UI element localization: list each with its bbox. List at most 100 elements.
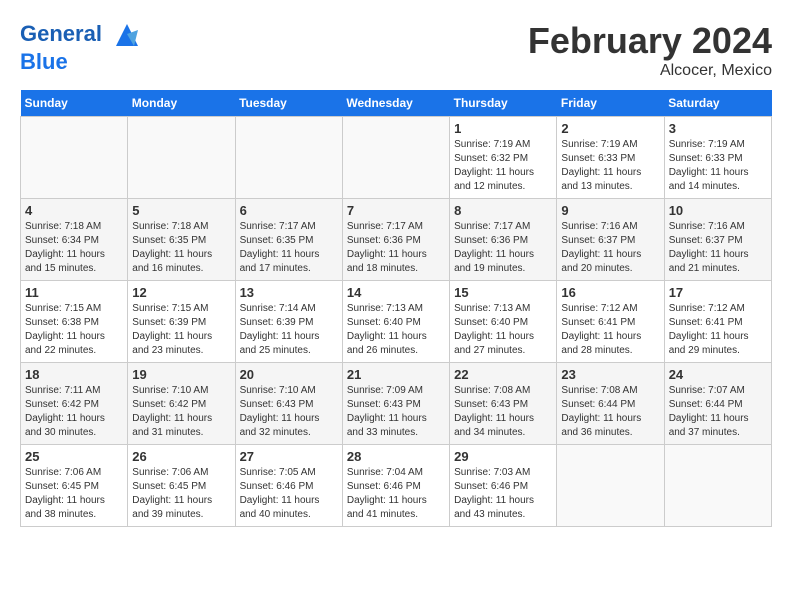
- week-row-4: 18 Sunrise: 7:11 AMSunset: 6:42 PMDayligh…: [21, 363, 772, 445]
- weekday-monday: Monday: [128, 90, 235, 117]
- day-info: Sunrise: 7:10 AMSunset: 6:42 PMDaylight:…: [132, 384, 230, 440]
- calendar-cell: [557, 445, 664, 527]
- calendar-table: SundayMondayTuesdayWednesdayThursdayFrid…: [20, 90, 772, 527]
- weekday-header-row: SundayMondayTuesdayWednesdayThursdayFrid…: [21, 90, 772, 117]
- day-number: 2: [561, 121, 659, 136]
- weekday-thursday: Thursday: [450, 90, 557, 117]
- calendar-cell: 25Sunrise: 7:06 AMSunset: 6:45 PMDayligh…: [21, 445, 128, 527]
- day-info: Sunrise: 7:05 AMSunset: 6:46 PMDaylight:…: [240, 466, 338, 522]
- day-number: 23: [561, 367, 659, 382]
- calendar-cell: [128, 117, 235, 199]
- calendar-cell: 15 Sunrise: 7:13 AMSunset: 6:40 PMDayligh…: [450, 281, 557, 363]
- day-info: Sunrise: 7:17 AMSunset: 6:35 PMDaylight:…: [240, 220, 338, 276]
- calendar-cell: 28 Sunrise: 7:04 AMSunset: 6:46 PMDayligh…: [342, 445, 449, 527]
- day-info: Sunrise: 7:07 AMSunset: 6:44 PMDaylight:…: [669, 384, 767, 440]
- day-info: Sunrise: 7:08 AMSunset: 6:44 PMDaylight:…: [561, 384, 659, 440]
- logo-icon: [112, 20, 142, 50]
- calendar-cell: [664, 445, 771, 527]
- calendar-cell: 6Sunrise: 7:17 AMSunset: 6:35 PMDaylight…: [235, 199, 342, 281]
- day-info: Sunrise: 7:06 AMSunset: 6:45 PMDaylight:…: [25, 466, 123, 522]
- day-number: 26: [132, 449, 230, 464]
- day-number: 16: [561, 285, 659, 300]
- calendar-cell: [342, 117, 449, 199]
- day-info: Sunrise: 7:17 AMSunset: 6:36 PMDaylight:…: [454, 220, 552, 276]
- day-info: Sunrise: 7:16 AMSunset: 6:37 PMDaylight:…: [669, 220, 767, 276]
- day-info: Sunrise: 7:12 AMSunset: 6:41 PMDaylight:…: [561, 302, 659, 358]
- day-number: 1: [454, 121, 552, 136]
- calendar-cell: 26 Sunrise: 7:06 AMSunset: 6:45 PMDayligh…: [128, 445, 235, 527]
- calendar-cell: 2 Sunrise: 7:19 AMSunset: 6:33 PMDaylight…: [557, 117, 664, 199]
- day-info: Sunrise: 7:10 AMSunset: 6:43 PMDaylight:…: [240, 384, 338, 440]
- weekday-saturday: Saturday: [664, 90, 771, 117]
- week-row-1: 1 Sunrise: 7:19 AMSunset: 6:32 PMDaylight…: [21, 117, 772, 199]
- day-number: 14: [347, 285, 445, 300]
- calendar-cell: 14 Sunrise: 7:13 AMSunset: 6:40 PMDayligh…: [342, 281, 449, 363]
- day-info: Sunrise: 7:19 AMSunset: 6:32 PMDaylight:…: [454, 138, 552, 194]
- calendar-cell: 7Sunrise: 7:17 AMSunset: 6:36 PMDaylight…: [342, 199, 449, 281]
- day-number: 9: [561, 203, 659, 218]
- calendar-cell: 22 Sunrise: 7:08 AMSunset: 6:43 PMDayligh…: [450, 363, 557, 445]
- calendar-cell: 8 Sunrise: 7:17 AMSunset: 6:36 PMDaylight…: [450, 199, 557, 281]
- week-row-3: 11 Sunrise: 7:15 AMSunset: 6:38 PMDayligh…: [21, 281, 772, 363]
- logo-blue-text: Blue: [20, 50, 142, 74]
- calendar-cell: 21Sunrise: 7:09 AMSunset: 6:43 PMDayligh…: [342, 363, 449, 445]
- calendar-cell: 9Sunrise: 7:16 AMSunset: 6:37 PMDaylight…: [557, 199, 664, 281]
- calendar-cell: 19 Sunrise: 7:10 AMSunset: 6:42 PMDayligh…: [128, 363, 235, 445]
- day-info: Sunrise: 7:03 AMSunset: 6:46 PMDaylight:…: [454, 466, 552, 522]
- day-info: Sunrise: 7:18 AMSunset: 6:35 PMDaylight:…: [132, 220, 230, 276]
- weekday-wednesday: Wednesday: [342, 90, 449, 117]
- day-number: 12: [132, 285, 230, 300]
- day-number: 8: [454, 203, 552, 218]
- week-row-5: 25Sunrise: 7:06 AMSunset: 6:45 PMDayligh…: [21, 445, 772, 527]
- weekday-friday: Friday: [557, 90, 664, 117]
- day-number: 15: [454, 285, 552, 300]
- day-number: 22: [454, 367, 552, 382]
- day-info: Sunrise: 7:06 AMSunset: 6:45 PMDaylight:…: [132, 466, 230, 522]
- calendar-cell: 29 Sunrise: 7:03 AMSunset: 6:46 PMDayligh…: [450, 445, 557, 527]
- day-number: 19: [132, 367, 230, 382]
- day-info: Sunrise: 7:19 AMSunset: 6:33 PMDaylight:…: [669, 138, 767, 194]
- calendar-cell: 1 Sunrise: 7:19 AMSunset: 6:32 PMDaylight…: [450, 117, 557, 199]
- calendar-cell: 16 Sunrise: 7:12 AMSunset: 6:41 PMDayligh…: [557, 281, 664, 363]
- day-number: 11: [25, 285, 123, 300]
- calendar-cell: [235, 117, 342, 199]
- calendar-cell: 17 Sunrise: 7:12 AMSunset: 6:41 PMDayligh…: [664, 281, 771, 363]
- day-number: 17: [669, 285, 767, 300]
- day-info: Sunrise: 7:12 AMSunset: 6:41 PMDaylight:…: [669, 302, 767, 358]
- day-number: 29: [454, 449, 552, 464]
- day-info: Sunrise: 7:08 AMSunset: 6:43 PMDaylight:…: [454, 384, 552, 440]
- month-title: February 2024: [528, 20, 772, 62]
- title-block: February 2024 Alcocer, Mexico: [528, 20, 772, 80]
- day-info: Sunrise: 7:11 AMSunset: 6:42 PMDaylight:…: [25, 384, 123, 440]
- day-info: Sunrise: 7:13 AMSunset: 6:40 PMDaylight:…: [347, 302, 445, 358]
- day-info: Sunrise: 7:19 AMSunset: 6:33 PMDaylight:…: [561, 138, 659, 194]
- day-info: Sunrise: 7:17 AMSunset: 6:36 PMDaylight:…: [347, 220, 445, 276]
- calendar-cell: 10 Sunrise: 7:16 AMSunset: 6:37 PMDayligh…: [664, 199, 771, 281]
- day-number: 13: [240, 285, 338, 300]
- day-info: Sunrise: 7:13 AMSunset: 6:40 PMDaylight:…: [454, 302, 552, 358]
- day-number: 28: [347, 449, 445, 464]
- logo: General Blue: [20, 20, 142, 74]
- day-number: 10: [669, 203, 767, 218]
- calendar-cell: 5Sunrise: 7:18 AMSunset: 6:35 PMDaylight…: [128, 199, 235, 281]
- day-number: 18: [25, 367, 123, 382]
- calendar-cell: [21, 117, 128, 199]
- page-header: General Blue February 2024 Alcocer, Mexi…: [20, 20, 772, 80]
- location-title: Alcocer, Mexico: [528, 62, 772, 80]
- day-info: Sunrise: 7:04 AMSunset: 6:46 PMDaylight:…: [347, 466, 445, 522]
- day-info: Sunrise: 7:18 AMSunset: 6:34 PMDaylight:…: [25, 220, 123, 276]
- day-number: 20: [240, 367, 338, 382]
- calendar-cell: 13 Sunrise: 7:14 AMSunset: 6:39 PMDayligh…: [235, 281, 342, 363]
- calendar-cell: 12 Sunrise: 7:15 AMSunset: 6:39 PMDayligh…: [128, 281, 235, 363]
- day-info: Sunrise: 7:15 AMSunset: 6:39 PMDaylight:…: [132, 302, 230, 358]
- week-row-2: 4 Sunrise: 7:18 AMSunset: 6:34 PMDaylight…: [21, 199, 772, 281]
- day-number: 27: [240, 449, 338, 464]
- day-info: Sunrise: 7:09 AMSunset: 6:43 PMDaylight:…: [347, 384, 445, 440]
- calendar-cell: 4 Sunrise: 7:18 AMSunset: 6:34 PMDaylight…: [21, 199, 128, 281]
- calendar-cell: 24Sunrise: 7:07 AMSunset: 6:44 PMDayligh…: [664, 363, 771, 445]
- day-info: Sunrise: 7:14 AMSunset: 6:39 PMDaylight:…: [240, 302, 338, 358]
- weekday-tuesday: Tuesday: [235, 90, 342, 117]
- weekday-sunday: Sunday: [21, 90, 128, 117]
- day-info: Sunrise: 7:15 AMSunset: 6:38 PMDaylight:…: [25, 302, 123, 358]
- day-number: 4: [25, 203, 123, 218]
